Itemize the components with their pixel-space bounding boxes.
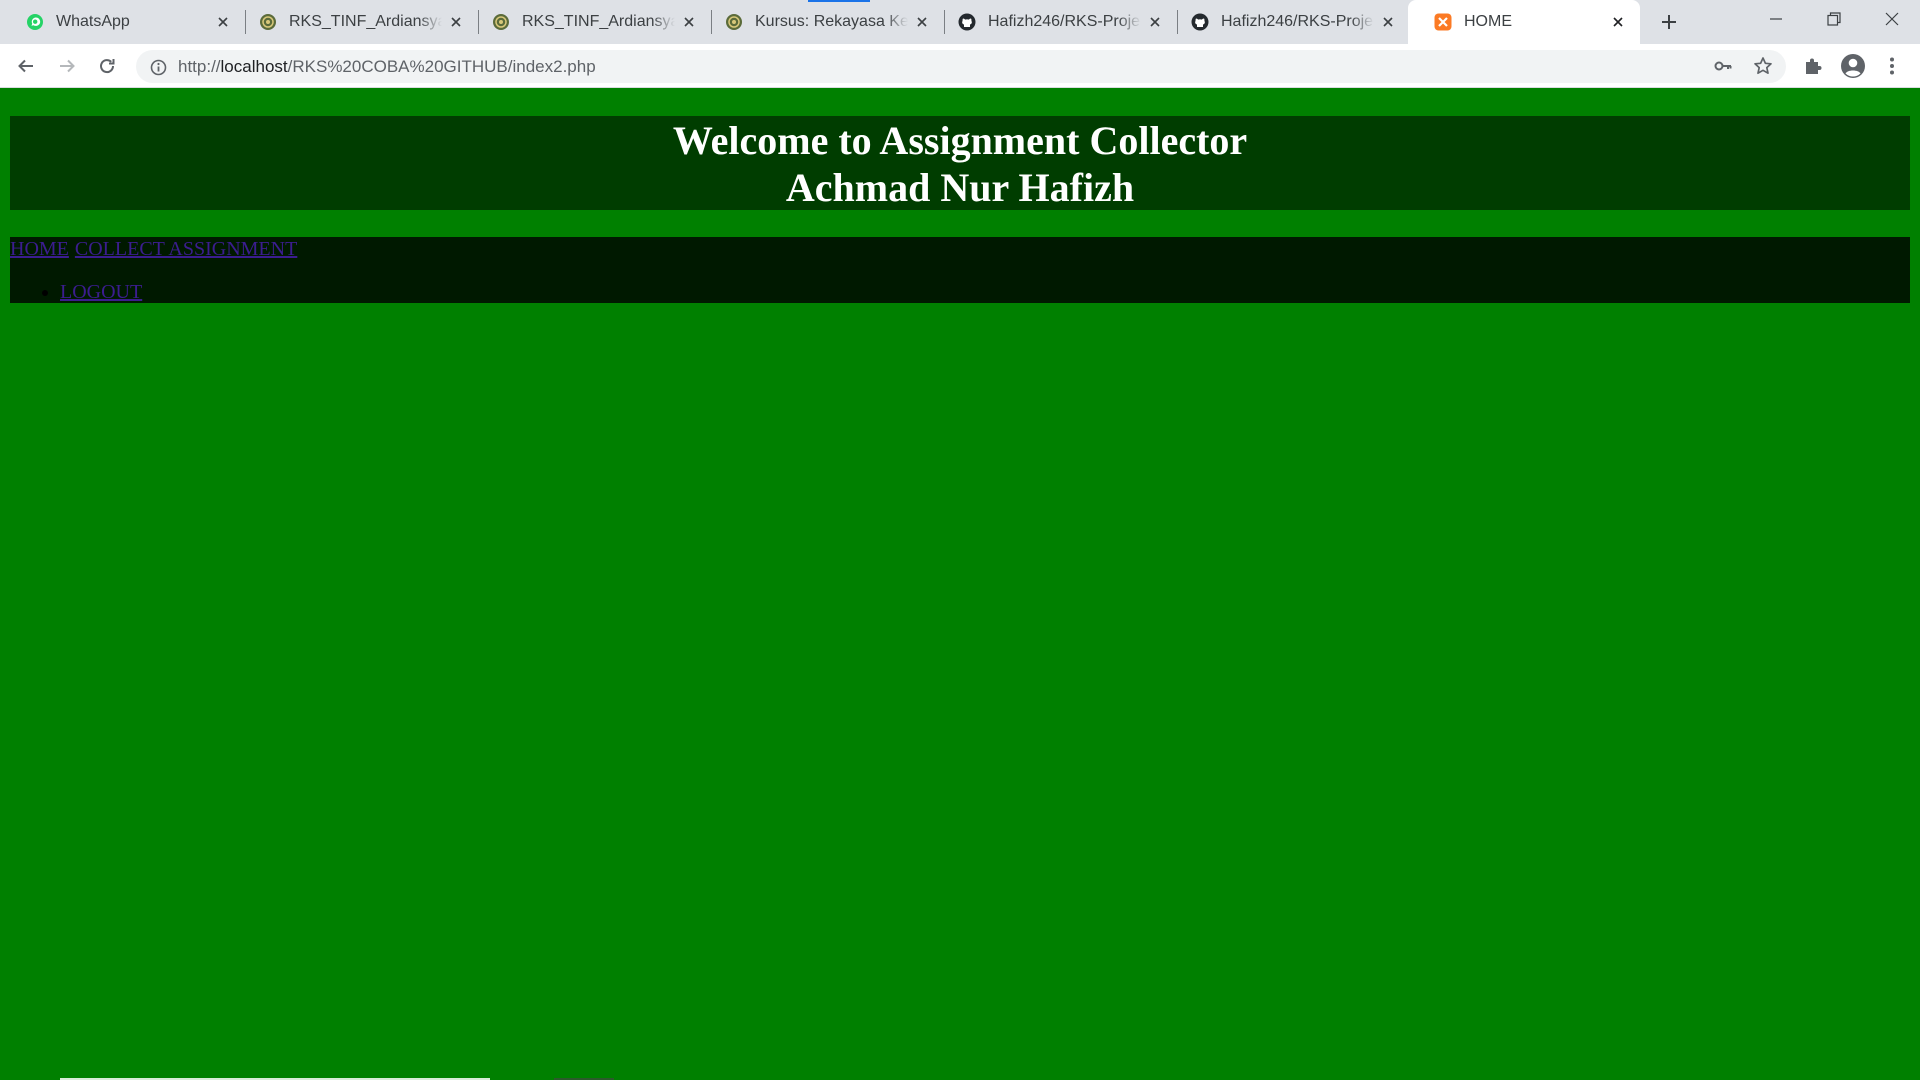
extensions-puzzle-icon[interactable]: [1799, 52, 1827, 80]
close-window-button[interactable]: [1864, 0, 1920, 38]
header-author-name: Achmad Nur Hafizh: [785, 165, 1135, 210]
nav-dropdown-list: LOGOUT: [41, 280, 142, 304]
bookmark-star-icon[interactable]: [1752, 55, 1774, 77]
forward-button[interactable]: [53, 52, 81, 80]
reload-icon: [100, 59, 115, 74]
tab-title: WhatsApp: [56, 13, 130, 30]
nav-collect-assignment-link[interactable]: COLLECT ASSIGNMENT: [75, 238, 297, 260]
tab-kursus[interactable]: Kursus: Rekayasa Kebut: [699, 0, 944, 44]
plus-icon: [1662, 15, 1676, 29]
close-tab-icon[interactable]: [1610, 14, 1626, 30]
arrow-right-icon: [60, 59, 75, 73]
header-welcome-title: Welcome to Assignment Collector: [672, 118, 1248, 163]
tab-home-active[interactable]: HOME: [1408, 0, 1640, 44]
url-host: localhost: [220, 57, 288, 76]
nav-home-link[interactable]: HOME: [10, 238, 69, 260]
tab-rks-2[interactable]: RKS_TINF_Ardiansyah: T: [466, 0, 711, 44]
close-tab-icon[interactable]: [215, 14, 231, 30]
close-tab-icon[interactable]: [914, 14, 930, 30]
tab-title: RKS_TINF_Ardiansyah: T: [289, 13, 442, 30]
close-tab-icon[interactable]: [1147, 14, 1163, 30]
site-navigation: HOME COLLECT ASSIGNMENT LOGOUT: [10, 237, 1910, 303]
menu-kebab-icon[interactable]: [1878, 52, 1906, 80]
tab-title: HOME: [1464, 13, 1512, 30]
minimize-icon: [1770, 18, 1782, 20]
reload-button[interactable]: [93, 52, 121, 80]
browser-toolbar: http://localhost/RKS%20COBA%20GITHUB/ind…: [0, 44, 1920, 88]
minimize-button[interactable]: [1748, 0, 1804, 38]
xampp-icon: [1434, 13, 1452, 31]
tab-title: Hafizh246/RKS-Project: [1221, 13, 1374, 30]
nav-logout-link[interactable]: LOGOUT: [60, 281, 142, 303]
tab-github-2[interactable]: Hafizh246/RKS-Project: [1165, 0, 1410, 44]
info-icon[interactable]: [148, 57, 168, 77]
university-seal-icon: [725, 13, 743, 31]
tab-whatsapp[interactable]: WhatsApp: [0, 0, 245, 44]
github-icon: [958, 13, 976, 31]
address-bar[interactable]: http://localhost/RKS%20COBA%20GITHUB/ind…: [136, 50, 1786, 83]
restore-icon: [1827, 12, 1841, 26]
github-icon: [1191, 13, 1209, 31]
site-header: Welcome to Assignment Collector Achmad N…: [10, 116, 1910, 210]
new-tab-button[interactable]: [1655, 8, 1683, 36]
nav-row: HOME COLLECT ASSIGNMENT: [10, 237, 298, 261]
url-path: /RKS%20COBA%20GITHUB/index2.php: [287, 57, 596, 76]
profile-avatar-icon[interactable]: [1839, 52, 1867, 80]
tab-github-1[interactable]: Hafizh246/RKS-Project: [932, 0, 1177, 44]
url-text[interactable]: http://localhost/RKS%20COBA%20GITHUB/ind…: [178, 57, 596, 77]
tab-title: RKS_TINF_Ardiansyah: T: [522, 13, 675, 30]
web-page: Welcome to Assignment Collector Achmad N…: [0, 89, 1920, 1080]
key-icon[interactable]: [1712, 55, 1734, 77]
url-scheme: http://: [178, 57, 221, 76]
university-seal-icon: [492, 13, 510, 31]
back-button[interactable]: [12, 52, 40, 80]
close-tab-icon[interactable]: [681, 14, 697, 30]
tab-strip: WhatsApp RKS_TINF_Ardiansyah: T RKS_TINF…: [0, 0, 1920, 44]
tab-title: Kursus: Rekayasa Kebut: [755, 13, 908, 30]
close-tab-icon[interactable]: [1380, 14, 1396, 30]
close-tab-icon[interactable]: [448, 14, 464, 30]
restore-button[interactable]: [1806, 0, 1862, 38]
nav-list-item: LOGOUT: [41, 280, 142, 304]
arrow-left-icon: [18, 59, 33, 73]
university-seal-icon: [259, 13, 277, 31]
tab-title: Hafizh246/RKS-Project: [988, 13, 1141, 30]
tab-rks-1[interactable]: RKS_TINF_Ardiansyah: T: [233, 0, 478, 44]
whatsapp-icon: [26, 13, 44, 31]
close-icon: [1885, 12, 1899, 26]
